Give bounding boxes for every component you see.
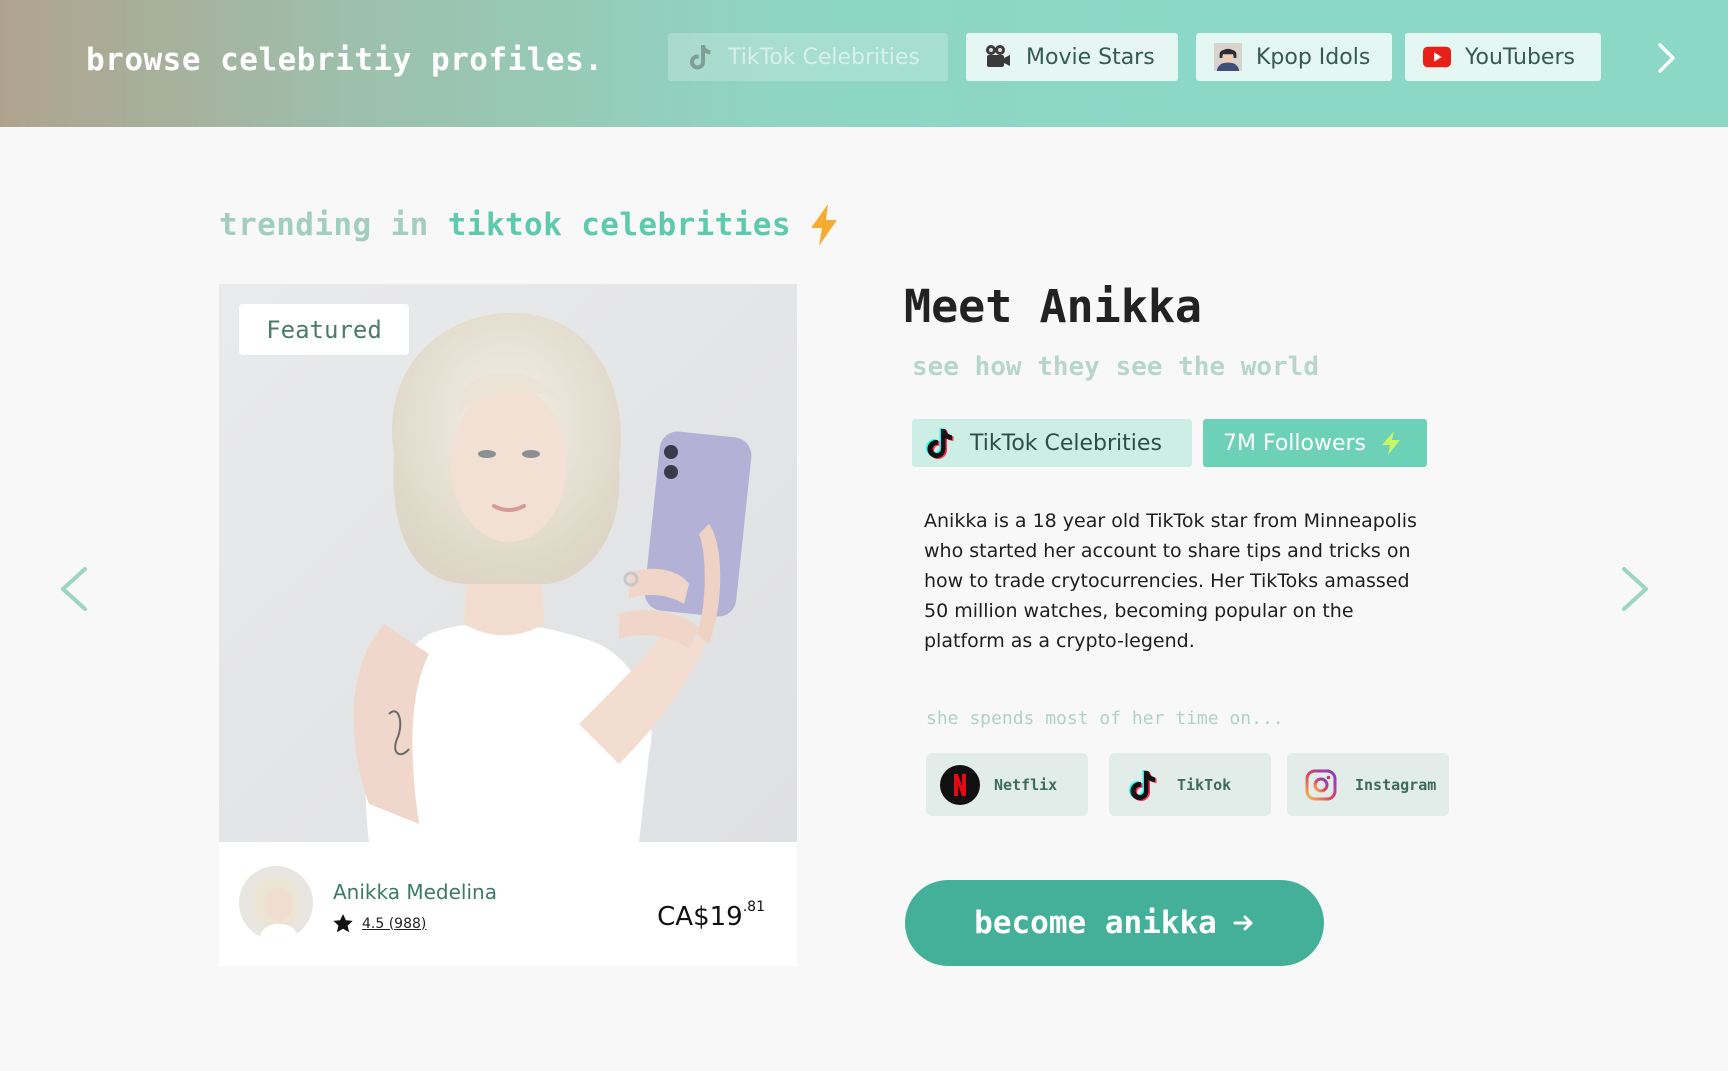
tiktok-icon: [1123, 765, 1163, 805]
avatar: [239, 866, 313, 940]
platform-label: Netflix: [994, 775, 1058, 794]
section-heading-prefix: trending in: [219, 207, 429, 243]
celebrity-name: Anikka Medelina: [333, 880, 497, 904]
platform-netflix[interactable]: Netflix: [926, 753, 1088, 816]
section-heading: trending in tiktok celebrities: [219, 203, 841, 247]
platforms-heading: she spends most of her time on...: [926, 708, 1284, 729]
section-heading-highlight: tiktok celebrities: [447, 207, 791, 243]
platform-tiktok[interactable]: TikTok: [1109, 753, 1271, 816]
platform-label: Instagram: [1355, 775, 1437, 794]
tiktok-icon: [926, 428, 954, 459]
price-main: CA$19: [657, 902, 743, 932]
category-chip[interactable]: TikTok Celebrities: [912, 419, 1192, 467]
tab-label: TikTok Celebrities: [728, 44, 920, 70]
price-cents: .81: [742, 899, 765, 916]
chevron-right-icon: [1622, 567, 1648, 611]
netflix-icon: [940, 764, 980, 805]
featured-badge: Featured: [239, 304, 409, 355]
arrow-right-icon: [1233, 915, 1253, 931]
platform-instagram[interactable]: Instagram: [1287, 753, 1449, 816]
kpop-idol-avatar-icon: [1214, 43, 1242, 71]
celebrity-photo: Featured: [219, 284, 797, 842]
instagram-icon: [1301, 765, 1341, 805]
lightning-icon: [1382, 431, 1401, 455]
tiktok-icon: [686, 43, 714, 71]
tab-label: Kpop Idols: [1256, 44, 1371, 70]
carousel-next-button[interactable]: [1616, 565, 1652, 613]
top-navigation-bar: browse celebritiy profiles. TikTok Celeb…: [0, 0, 1728, 127]
carousel-prev-button[interactable]: [57, 565, 93, 613]
platform-label: TikTok: [1177, 775, 1232, 794]
chevron-left-icon: [61, 567, 87, 611]
categories-next-button[interactable]: [1651, 40, 1681, 76]
celebrity-card[interactable]: Featured Anikka Medelina 4.5 (988) CA$19…: [219, 284, 797, 966]
profile-title: Meet Anikka: [904, 280, 1203, 333]
tab-tiktok-celebrities[interactable]: TikTok Celebrities: [668, 33, 948, 81]
become-celebrity-button[interactable]: become anikka: [905, 880, 1324, 966]
rating-text[interactable]: 4.5 (988): [362, 916, 426, 932]
profile-bio: Anikka is a 18 year old TikTok star from…: [924, 510, 1417, 652]
profile-tagline: see how they see the world: [912, 352, 1319, 382]
star-icon: [333, 914, 353, 933]
category-chip-label: TikTok Celebrities: [970, 430, 1162, 456]
lightning-icon: [810, 204, 837, 246]
tab-kpop-idols[interactable]: Kpop Idols: [1196, 33, 1392, 81]
tab-label: Movie Stars: [1026, 44, 1155, 70]
rating[interactable]: 4.5 (988): [333, 914, 426, 933]
tab-youtubers[interactable]: YouTubers: [1405, 33, 1601, 81]
movie-camera-icon: [984, 43, 1012, 71]
tab-movie-stars[interactable]: Movie Stars: [966, 33, 1178, 81]
cta-label: become anikka: [974, 905, 1217, 941]
price: CA$19.81: [657, 899, 765, 932]
brand-title: browse celebritiy profiles.: [86, 42, 604, 78]
chevron-right-icon: [1658, 43, 1675, 73]
youtube-icon: [1423, 43, 1451, 71]
followers-chip: 7M Followers: [1203, 419, 1427, 467]
followers-chip-label: 7M Followers: [1223, 430, 1367, 456]
tab-label: YouTubers: [1465, 44, 1575, 70]
